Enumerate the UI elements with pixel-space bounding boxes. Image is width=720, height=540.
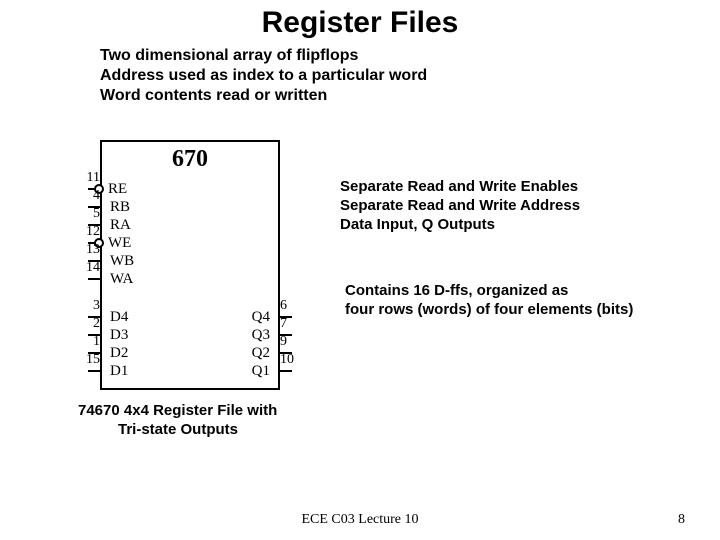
pin-number: 1	[93, 334, 102, 350]
pin-number: 2	[93, 316, 102, 332]
page-title: Register Files	[0, 0, 720, 40]
chip-part-number: 670	[102, 146, 278, 173]
chip-diagram: 670 11 RE 4 RB 5 RA 12 WE 13 WB	[100, 140, 280, 390]
pin-row: 13 WB	[102, 252, 278, 270]
footer-page-number: 8	[678, 512, 685, 528]
pin-name: Q3	[252, 327, 270, 344]
pin-name: Q2	[252, 345, 270, 362]
bullet-line: Word contents read or written	[100, 86, 720, 106]
note-line: Data Input, Q Outputs	[340, 216, 580, 235]
chip-body: 670 11 RE 4 RB 5 RA 12 WE 13 WB	[100, 140, 280, 390]
side-notes-enables: Separate Read and Write Enables Separate…	[340, 178, 580, 234]
pin-name: Q1	[252, 363, 270, 380]
caption-line: 74670 4x4 Register File with	[78, 402, 277, 421]
note-line: Contains 16 D-ffs, organized as	[345, 282, 633, 301]
pin-name: D3	[110, 327, 128, 344]
pin-row: 2 D3 Q3 7	[102, 326, 278, 344]
pin-name: D1	[110, 363, 128, 380]
pin-row: 12 WE	[102, 234, 278, 252]
side-notes-organization: Contains 16 D-ffs, organized as four row…	[345, 282, 633, 320]
pin-tick	[278, 370, 292, 372]
bullet-line: Address used as index to a particular wo…	[100, 66, 720, 86]
chip-caption: 74670 4x4 Register File with Tri-state O…	[78, 402, 277, 440]
pin-number: 7	[278, 316, 287, 332]
pin-row: 3 D4 Q4 6	[102, 308, 278, 326]
bullet-line: Two dimensional array of flipflops	[100, 46, 720, 66]
pin-number: 9	[278, 334, 287, 350]
pin-number: 5	[93, 206, 102, 222]
pin-tick	[88, 370, 102, 372]
pin-row: 1 D2 Q2 9	[102, 344, 278, 362]
pin-row: 14 WA	[102, 270, 278, 288]
footer-lecture: ECE C03 Lecture 10	[0, 512, 720, 528]
pin-number: 14	[86, 260, 102, 276]
note-line: Separate Read and Write Address	[340, 197, 580, 216]
pin-row: 4 RB	[102, 198, 278, 216]
pin-number: 6	[278, 298, 287, 314]
pin-name: D4	[110, 309, 128, 326]
pin-name: RE	[108, 181, 127, 198]
pin-row: 11 RE	[102, 180, 278, 198]
pin-name: WB	[110, 253, 134, 270]
pin-name: Q4	[252, 309, 270, 326]
pin-number: 3	[93, 298, 102, 314]
pin-name: WE	[108, 235, 131, 252]
pin-number: 15	[86, 352, 102, 368]
note-line: Separate Read and Write Enables	[340, 178, 580, 197]
pin-number: 10	[278, 352, 294, 368]
pin-name: WA	[110, 271, 133, 288]
bullets: Two dimensional array of flipflops Addre…	[100, 46, 720, 106]
pin-name: RB	[110, 199, 130, 216]
pin-name: D2	[110, 345, 128, 362]
pin-tick	[88, 278, 102, 280]
pin-number: 13	[86, 242, 102, 258]
pin-row: 15 D1 Q1 10	[102, 362, 278, 380]
pin-name: RA	[110, 217, 131, 234]
pin-row: 5 RA	[102, 216, 278, 234]
caption-line: Tri-state Outputs	[78, 421, 277, 440]
note-line: four rows (words) of four elements (bits…	[345, 301, 633, 320]
pin-number: 4	[93, 188, 102, 204]
